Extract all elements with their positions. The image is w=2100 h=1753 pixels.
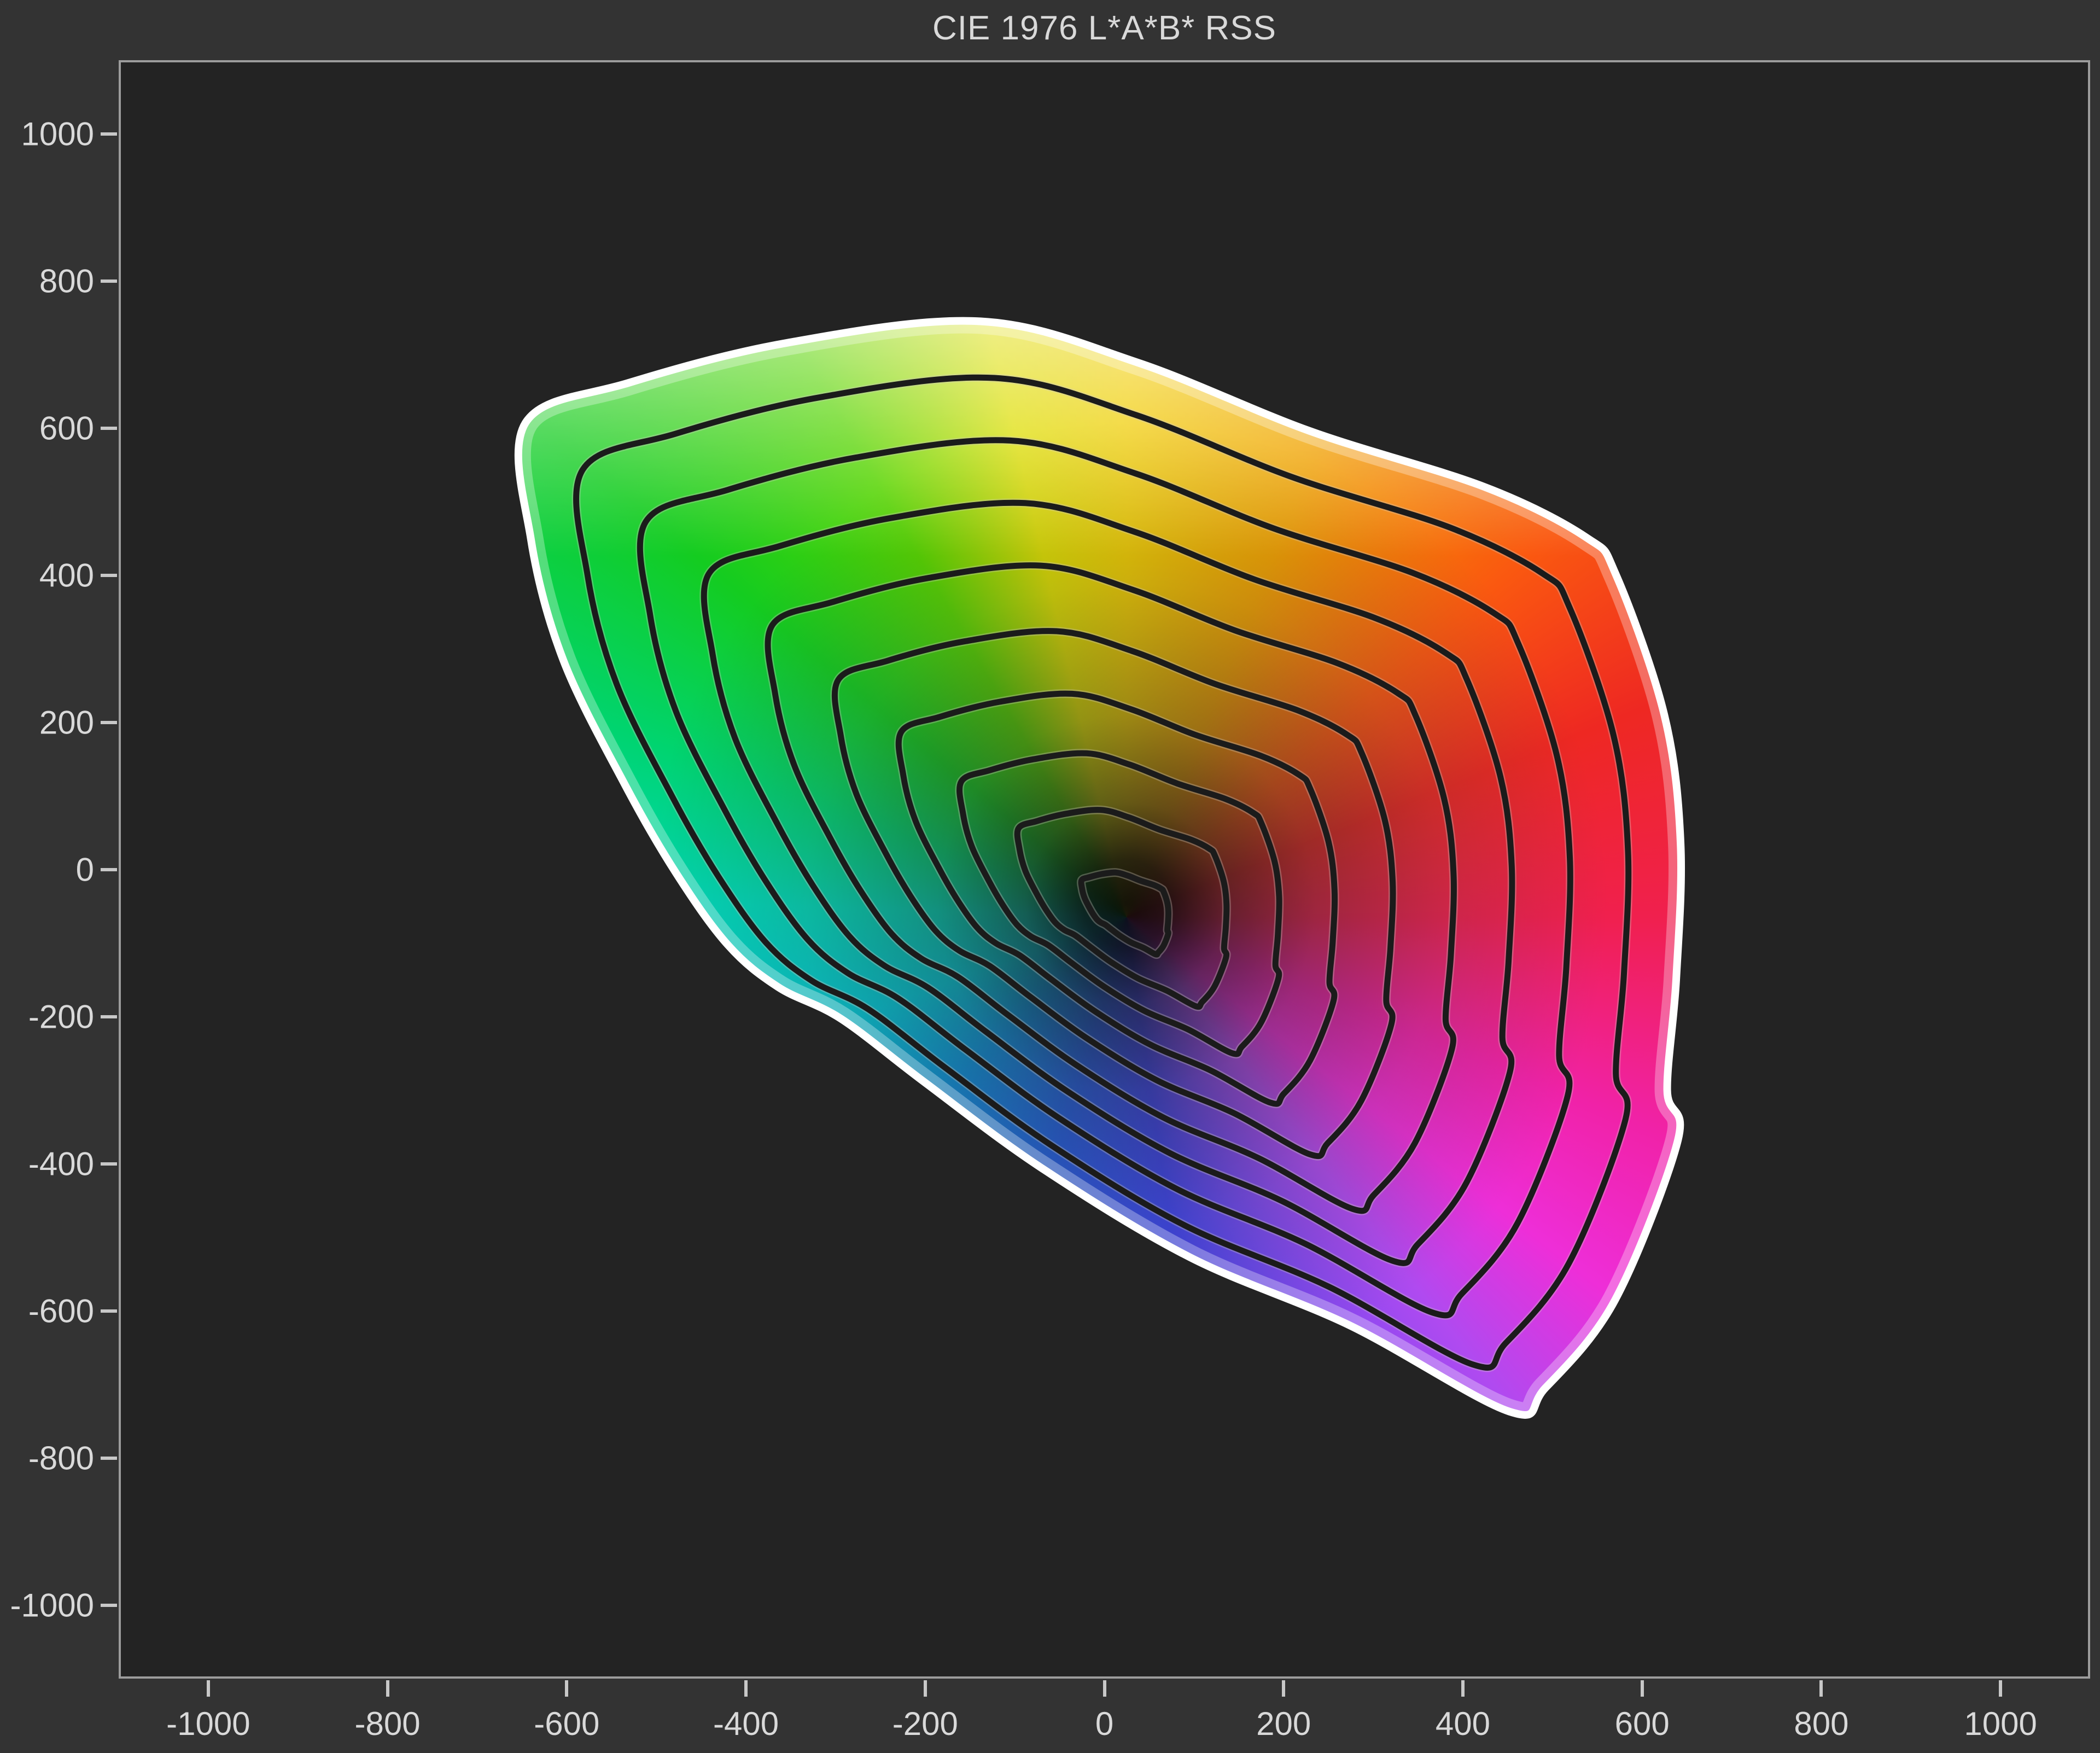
y-tick-label: 200 — [7, 703, 94, 741]
x-tick-label: 200 — [1256, 1705, 1311, 1743]
x-tick-label: 600 — [1615, 1705, 1670, 1743]
x-tick-mark — [1999, 1680, 2002, 1697]
x-tick-label: 400 — [1436, 1705, 1490, 1743]
lightness-contour-8 — [1081, 872, 1168, 954]
y-tick-label: -400 — [7, 1145, 94, 1183]
y-tick-label: 0 — [7, 851, 94, 888]
x-tick-mark — [1641, 1680, 1644, 1697]
x-tick-mark — [744, 1680, 748, 1697]
y-tick-mark — [101, 1309, 117, 1313]
x-tick-mark — [207, 1680, 210, 1697]
figure-window: { "header": { "title": "CIE 1976 L*A*B* … — [0, 0, 2100, 1753]
y-tick-mark — [101, 1604, 117, 1607]
x-tick-mark — [1282, 1680, 1285, 1697]
x-tick-mark — [565, 1680, 568, 1697]
x-tick-label: 1000 — [1964, 1705, 2037, 1743]
gamut-contours-svg — [0, 0, 2100, 1753]
y-tick-label: 400 — [7, 556, 94, 594]
x-tick-label: -600 — [534, 1705, 599, 1743]
x-tick-label: -400 — [713, 1705, 779, 1743]
y-tick-label: -800 — [7, 1439, 94, 1477]
y-tick-label: 1000 — [7, 115, 94, 153]
y-tick-mark — [101, 427, 117, 430]
x-tick-label: -200 — [892, 1705, 958, 1743]
y-tick-mark — [101, 132, 117, 136]
y-tick-mark — [101, 721, 117, 724]
x-tick-mark — [1461, 1680, 1465, 1697]
x-tick-label: 800 — [1794, 1705, 1848, 1743]
x-tick-mark — [1103, 1680, 1106, 1697]
y-tick-mark — [101, 1457, 117, 1460]
x-tick-label: -800 — [355, 1705, 421, 1743]
contour-halo-5 — [899, 694, 1334, 1104]
x-tick-mark — [924, 1680, 927, 1697]
y-tick-mark — [101, 1162, 117, 1166]
x-tick-label: -1000 — [166, 1705, 250, 1743]
y-tick-label: -1000 — [7, 1586, 94, 1624]
y-tick-label: 600 — [7, 409, 94, 447]
lightness-contour-6 — [959, 753, 1279, 1054]
x-tick-mark — [386, 1680, 389, 1697]
y-tick-label: -600 — [7, 1292, 94, 1330]
y-tick-label: 800 — [7, 262, 94, 300]
y-tick-mark — [101, 574, 117, 577]
rim-glow — [518, 321, 1681, 1415]
x-tick-mark — [1819, 1680, 1823, 1697]
y-tick-label: -200 — [7, 998, 94, 1035]
gamut-outer-boundary — [518, 321, 1681, 1415]
x-tick-label: 0 — [1095, 1705, 1113, 1743]
y-tick-mark — [101, 868, 117, 871]
y-tick-mark — [101, 1015, 117, 1018]
y-tick-mark — [101, 279, 117, 283]
